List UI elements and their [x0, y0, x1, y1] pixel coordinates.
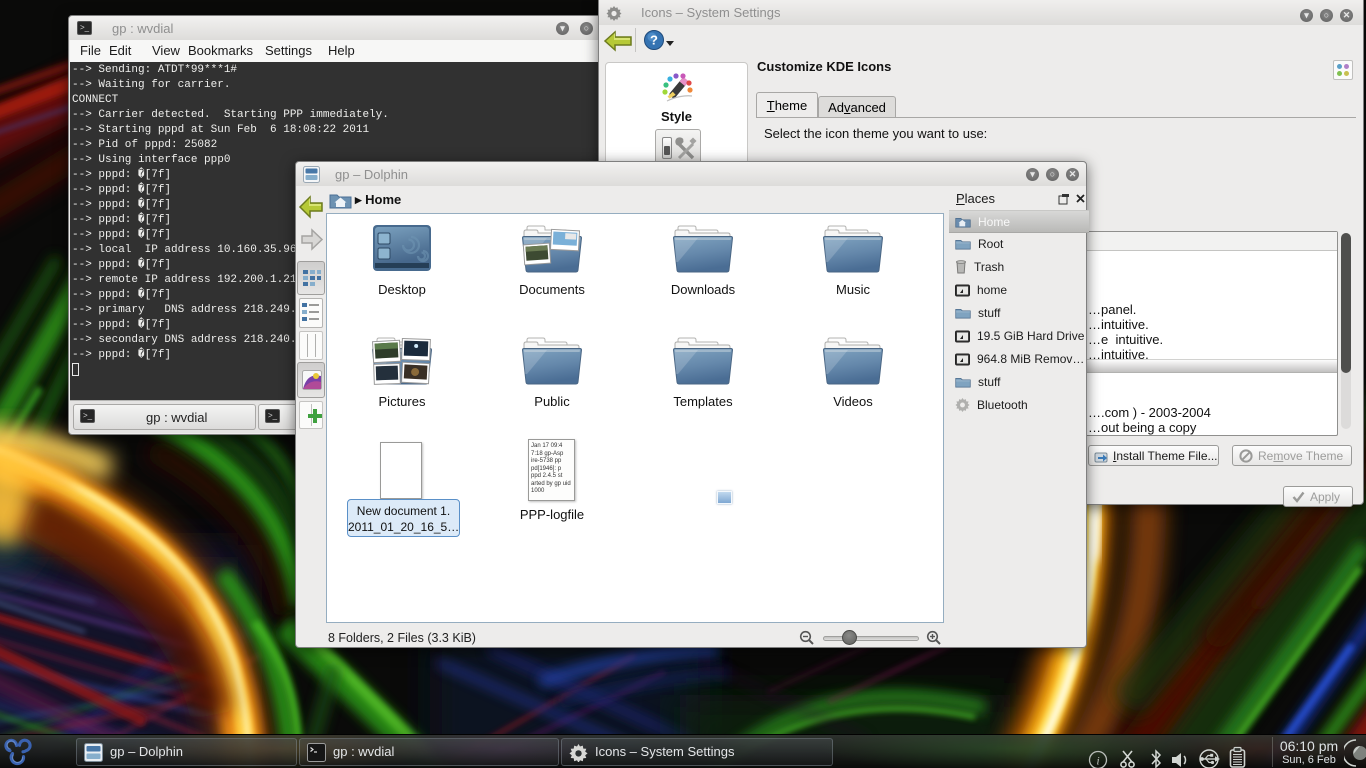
svg-text:i: i — [1096, 754, 1099, 768]
svg-text:?: ? — [650, 33, 658, 48]
